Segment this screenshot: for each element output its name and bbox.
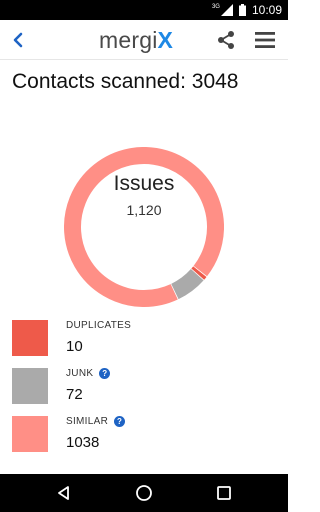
similar-label: SIMILAR bbox=[66, 416, 109, 427]
donut-segment-duplicates bbox=[191, 266, 207, 280]
signal-icon: 3G bbox=[212, 4, 233, 16]
square-recents-icon bbox=[217, 486, 231, 500]
triangle-back-icon bbox=[58, 486, 69, 500]
mergix-logo: mergi X bbox=[99, 26, 173, 54]
status-time: 10:09 bbox=[251, 3, 282, 17]
back-button[interactable] bbox=[4, 26, 32, 54]
hamburger-menu-icon bbox=[255, 32, 275, 48]
nav-back-button[interactable] bbox=[52, 481, 76, 505]
legend-count: 72 bbox=[66, 386, 83, 403]
share-button[interactable] bbox=[212, 26, 240, 54]
duplicates-swatch bbox=[12, 320, 48, 356]
donut-total: 1,120 bbox=[126, 202, 162, 218]
legend-label: SIMILAR? bbox=[66, 416, 126, 427]
donut-center: Issues 1,120 bbox=[64, 172, 224, 218]
legend-item-junk[interactable]: JUNK? 72 bbox=[12, 366, 272, 406]
menu-button[interactable] bbox=[250, 26, 280, 54]
donut-segment-junk bbox=[170, 268, 204, 300]
junk-label: JUNK bbox=[66, 368, 94, 379]
nav-home-button[interactable] bbox=[132, 481, 156, 505]
similar-swatch bbox=[12, 416, 48, 452]
app-bar: mergi X bbox=[0, 20, 288, 60]
legend-item-duplicates[interactable]: DUPLICATES 10 bbox=[12, 318, 272, 358]
status-bar: 3G 10:09 bbox=[0, 0, 288, 20]
system-nav-bar bbox=[0, 474, 288, 512]
legend-label: DUPLICATES bbox=[66, 320, 131, 331]
circle-home-icon bbox=[136, 485, 152, 501]
help-icon[interactable]: ? bbox=[114, 416, 126, 427]
network-type-label: 3G bbox=[211, 4, 220, 10]
issues-donut-chart bbox=[64, 147, 224, 307]
help-icon[interactable]: ? bbox=[99, 368, 111, 379]
nav-recents-button[interactable] bbox=[212, 481, 236, 505]
logo-x: X bbox=[157, 26, 174, 53]
donut-title: Issues bbox=[113, 172, 175, 195]
junk-swatch bbox=[12, 368, 48, 404]
chevron-left-icon bbox=[13, 32, 23, 48]
legend-count: 1038 bbox=[66, 434, 100, 451]
legend-count: 10 bbox=[66, 338, 83, 355]
legend-item-similar[interactable]: SIMILAR? 1038 bbox=[12, 414, 272, 454]
contacts-scanned-title: Contacts scanned: 3048 bbox=[12, 70, 239, 93]
logo-text: mergi bbox=[99, 26, 158, 53]
share-icon bbox=[218, 31, 234, 49]
duplicates-label: DUPLICATES bbox=[66, 320, 132, 331]
legend-label: JUNK? bbox=[66, 368, 111, 379]
battery-icon bbox=[238, 4, 246, 16]
